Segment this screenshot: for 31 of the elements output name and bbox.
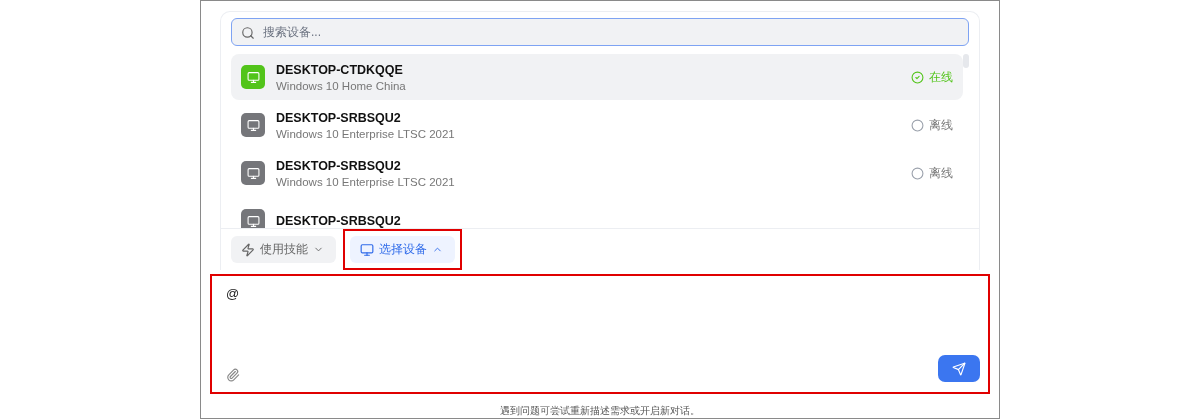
device-item[interactable]: DESKTOP-CTDKQQE Windows 10 Home China 在线	[231, 54, 963, 100]
device-name: DESKTOP-SRBSQU2	[276, 158, 402, 173]
footer-hint: 遇到问题可尝试重新描述需求或开启新对话。	[500, 404, 700, 418]
circle-icon	[911, 118, 924, 132]
device-os: Windows 10 Enterprise LTSC 2021	[276, 127, 456, 140]
device-status: 离线	[929, 165, 953, 181]
device-name: DESKTOP-SRBSQU2	[276, 110, 402, 125]
circle-icon	[911, 166, 924, 180]
device-item[interactable]: DESKTOP-SRBSQU2 Windows 10 Enterprise LTSC 2021 离线	[231, 102, 963, 148]
select-device-button[interactable]: 选择设备	[350, 236, 455, 263]
device-status: 在线	[929, 69, 953, 85]
send-button[interactable]	[938, 355, 980, 382]
paperclip-icon	[226, 368, 240, 382]
check-circle-icon	[911, 70, 924, 84]
device-item[interactable]: DESKTOP-SRBSQU2	[231, 198, 963, 228]
device-os: Windows 10 Home China	[276, 79, 407, 92]
attach-button[interactable]	[226, 368, 240, 382]
device-status: 离线	[929, 117, 953, 133]
search-icon	[241, 26, 255, 40]
skill-button[interactable]: 使用技能	[231, 236, 336, 263]
device-name: DESKTOP-SRBSQU2	[276, 214, 402, 228]
device-os: Windows 10 Enterprise LTSC 2021	[276, 175, 456, 188]
search-field[interactable]: 搜索设备...	[231, 18, 969, 46]
send-icon	[952, 361, 966, 376]
device-item[interactable]: DESKTOP-SRBSQU2 Windows 10 Enterprise LTSC 2021 离线	[231, 150, 963, 196]
lightning-icon	[241, 242, 255, 257]
monitor-icon	[360, 242, 374, 257]
device-name: DESKTOP-CTDKQQE	[276, 62, 404, 77]
message-input[interactable]: @	[210, 274, 990, 394]
input-text: @	[226, 286, 241, 301]
scrollbar-thumb[interactable]	[963, 54, 969, 68]
